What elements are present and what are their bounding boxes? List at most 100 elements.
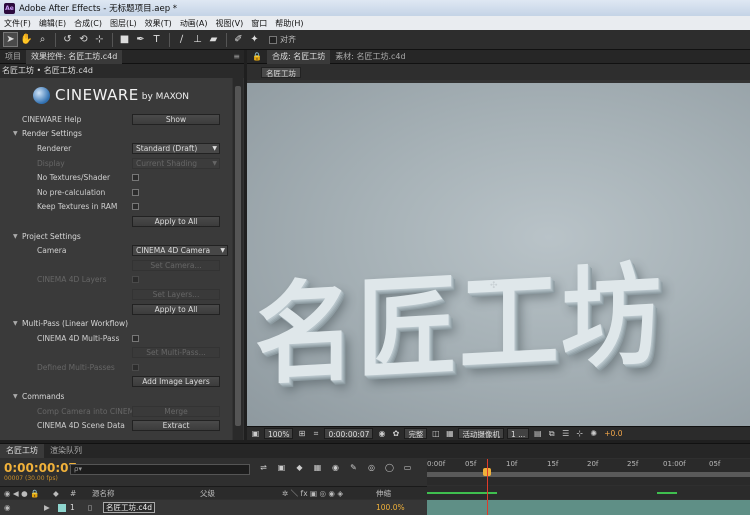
expand-arrow-icon[interactable]: ▼ bbox=[13, 130, 18, 137]
commands-label: Commands bbox=[22, 392, 65, 402]
timeline-timecode[interactable]: 0:00:00:07 bbox=[4, 461, 77, 475]
comp-breadcrumb-chip[interactable]: 名匠工坊 bbox=[261, 66, 301, 78]
scene-data-label: CINEMA 4D Scene Data bbox=[37, 421, 125, 431]
show-help-button[interactable]: Show bbox=[132, 113, 220, 125]
no-precalc-checkbox[interactable] bbox=[132, 188, 139, 196]
toggle-pixel-icon[interactable]: ▤ bbox=[532, 428, 543, 439]
layer-column-header: ◉ ◀ ● 🔒 ◆ # 源名称 父级 ✲ ＼ fx ▣ ◎ ◉ ◈ 伸缩 bbox=[0, 486, 427, 499]
brainstorm-icon[interactable]: ◎ bbox=[366, 462, 377, 473]
menu-edit[interactable]: 编辑(E) bbox=[35, 18, 70, 29]
tab-composition[interactable]: 合成: 名匠工坊 bbox=[266, 49, 331, 64]
always-preview-icon[interactable]: ▣ bbox=[250, 428, 261, 439]
mask-icon[interactable]: ▭ bbox=[402, 462, 413, 473]
layer-duration-bar[interactable] bbox=[427, 500, 750, 515]
shy-layers-icon[interactable]: ◆ bbox=[294, 462, 305, 473]
c4d-multipass-checkbox[interactable] bbox=[132, 334, 139, 342]
tab-effect-controls[interactable]: 效果控件: 名匠工坊.c4d bbox=[26, 49, 123, 64]
expand-arrow-icon[interactable]: ▼ bbox=[13, 393, 18, 400]
motion-blur-icon[interactable]: ◉ bbox=[330, 462, 341, 473]
eraser-tool-icon[interactable]: ▰ bbox=[206, 32, 221, 47]
expand-layer-icon[interactable]: ▶ bbox=[44, 503, 50, 512]
no-textures-checkbox[interactable] bbox=[132, 174, 139, 182]
exposure-value[interactable]: +0.0 bbox=[604, 429, 622, 438]
no-precalc-label: No pre-calculation bbox=[37, 187, 106, 197]
comp-mini-flowchart-icon[interactable]: ⇌ bbox=[258, 462, 269, 473]
timeline-icon[interactable]: ☰ bbox=[560, 428, 571, 439]
tab-project[interactable]: 项目 bbox=[0, 50, 26, 64]
safe-margins-icon[interactable]: ⊞ bbox=[296, 428, 307, 439]
roto-brush-icon[interactable]: ✐ bbox=[231, 32, 246, 47]
menu-help[interactable]: 帮助(H) bbox=[271, 18, 307, 29]
time-ruler[interactable]: 0:00f 05f 10f 15f 20f 25f 01:00f 05f bbox=[427, 459, 750, 485]
snap-checkbox[interactable] bbox=[269, 35, 277, 44]
layer-stretch-value[interactable]: 100.0% bbox=[376, 503, 405, 512]
zoom-tool-icon[interactable]: ⌕ bbox=[35, 32, 50, 47]
view-layout-dropdown[interactable]: 1 ... bbox=[506, 428, 530, 439]
menu-composition[interactable]: 合成(C) bbox=[70, 18, 106, 29]
menu-view[interactable]: 视图(V) bbox=[212, 18, 248, 29]
timeline-search-input[interactable]: ρ▾ bbox=[70, 464, 250, 475]
pan-behind-icon[interactable]: ⊹ bbox=[92, 32, 107, 47]
exposure-icon[interactable]: ✺ bbox=[588, 428, 599, 439]
current-time-field[interactable]: 0:00:00:07 bbox=[324, 428, 374, 439]
row-help: CINEWARE Help Show bbox=[0, 112, 232, 127]
graph-editor-icon[interactable]: ✎ bbox=[348, 462, 359, 473]
frame-blending-icon[interactable]: ▦ bbox=[312, 462, 323, 473]
renderer-dropdown[interactable]: Standard (Draft) ▼ bbox=[132, 142, 220, 154]
row-commands[interactable]: ▼ Commands bbox=[0, 389, 232, 404]
rectangle-tool-icon[interactable]: ■ bbox=[117, 32, 132, 47]
table-row[interactable]: ◉ ▶ 1 ▯ 名匠工坊.c4d 100.0% bbox=[0, 500, 427, 515]
expand-arrow-icon[interactable]: ▼ bbox=[13, 233, 18, 240]
work-area-bar[interactable] bbox=[427, 472, 750, 477]
draft-3d-icon[interactable]: ▣ bbox=[276, 462, 287, 473]
panel-menu-icon[interactable]: ≡ bbox=[233, 52, 240, 61]
fast-preview-icon[interactable]: ⧉ bbox=[546, 428, 557, 439]
region-icon[interactable]: ⌗ bbox=[310, 428, 321, 439]
lock-icon[interactable]: 🔒 bbox=[247, 50, 267, 64]
pen-tool-icon[interactable]: ✒ bbox=[133, 32, 148, 47]
composition-viewer[interactable]: 名匠工坊 ✣ bbox=[247, 83, 750, 426]
puppet-pin-icon[interactable]: ✦ bbox=[247, 32, 262, 47]
layer-label-color[interactable] bbox=[58, 504, 66, 512]
apply-to-all-button[interactable]: Apply to All bbox=[132, 303, 220, 315]
rotate-tool-icon[interactable]: ↺ bbox=[60, 32, 75, 47]
menu-file[interactable]: 文件(F) bbox=[0, 18, 35, 29]
hand-tool-icon[interactable]: ✋ bbox=[19, 32, 34, 47]
roi-icon[interactable]: ◫ bbox=[430, 428, 441, 439]
tab-render-queue[interactable]: 渲染队列 bbox=[44, 444, 88, 458]
apply-to-all-button[interactable]: Apply to All bbox=[132, 215, 220, 227]
row-multipass[interactable]: ▼ Multi-Pass (Linear Workflow) bbox=[0, 316, 232, 331]
keep-textures-checkbox[interactable] bbox=[132, 203, 139, 211]
text-tool-icon[interactable]: T bbox=[149, 32, 164, 47]
tab-timeline-comp[interactable]: 名匠工坊 bbox=[0, 444, 44, 458]
selection-tool-icon[interactable]: ➤ bbox=[3, 32, 18, 47]
flowchart-icon[interactable]: ⊹ bbox=[574, 428, 585, 439]
scrollbar-thumb[interactable] bbox=[235, 86, 241, 426]
zoom-dropdown[interactable]: 100% bbox=[264, 428, 294, 439]
menu-window[interactable]: 窗口 bbox=[247, 18, 271, 29]
auto-keyframe-icon[interactable]: ◯ bbox=[384, 462, 395, 473]
effect-controls-scrollbar[interactable] bbox=[233, 78, 243, 440]
menu-layer[interactable]: 图层(L) bbox=[106, 18, 141, 29]
visibility-icon[interactable]: ◉ bbox=[4, 503, 11, 512]
menu-animation[interactable]: 动画(A) bbox=[176, 18, 212, 29]
resolution-dropdown[interactable]: 完整 bbox=[404, 428, 428, 439]
row-project-settings[interactable]: ▼ Project Settings bbox=[0, 229, 232, 244]
display-label: Display bbox=[37, 158, 65, 168]
camera-dropdown[interactable]: CINEMA 4D Camera ▼ bbox=[132, 245, 228, 257]
camera-view-dropdown[interactable]: 活动摄像机 bbox=[458, 428, 504, 439]
clone-stamp-icon[interactable]: ⊥ bbox=[190, 32, 205, 47]
orbit-camera-icon[interactable]: ⟲ bbox=[76, 32, 91, 47]
row-render-settings[interactable]: ▼ Render Settings bbox=[0, 127, 232, 142]
snap-toggle[interactable]: 对齐 bbox=[269, 34, 296, 45]
transparency-grid-icon[interactable]: ▦ bbox=[444, 428, 455, 439]
tab-footage[interactable]: 素材: 名匠工坊.c4d bbox=[330, 50, 410, 64]
layer-name[interactable]: 名匠工坊.c4d bbox=[103, 502, 156, 513]
add-image-layers-button[interactable]: Add Image Layers bbox=[132, 376, 220, 388]
snapshot-icon[interactable]: ◉ bbox=[376, 428, 387, 439]
expand-arrow-icon[interactable]: ▼ bbox=[13, 320, 18, 327]
show-channel-icon[interactable]: ✿ bbox=[390, 428, 401, 439]
extract-button[interactable]: Extract bbox=[132, 420, 220, 432]
brush-tool-icon[interactable]: ∕ bbox=[174, 32, 189, 47]
menu-effect[interactable]: 效果(T) bbox=[141, 18, 176, 29]
